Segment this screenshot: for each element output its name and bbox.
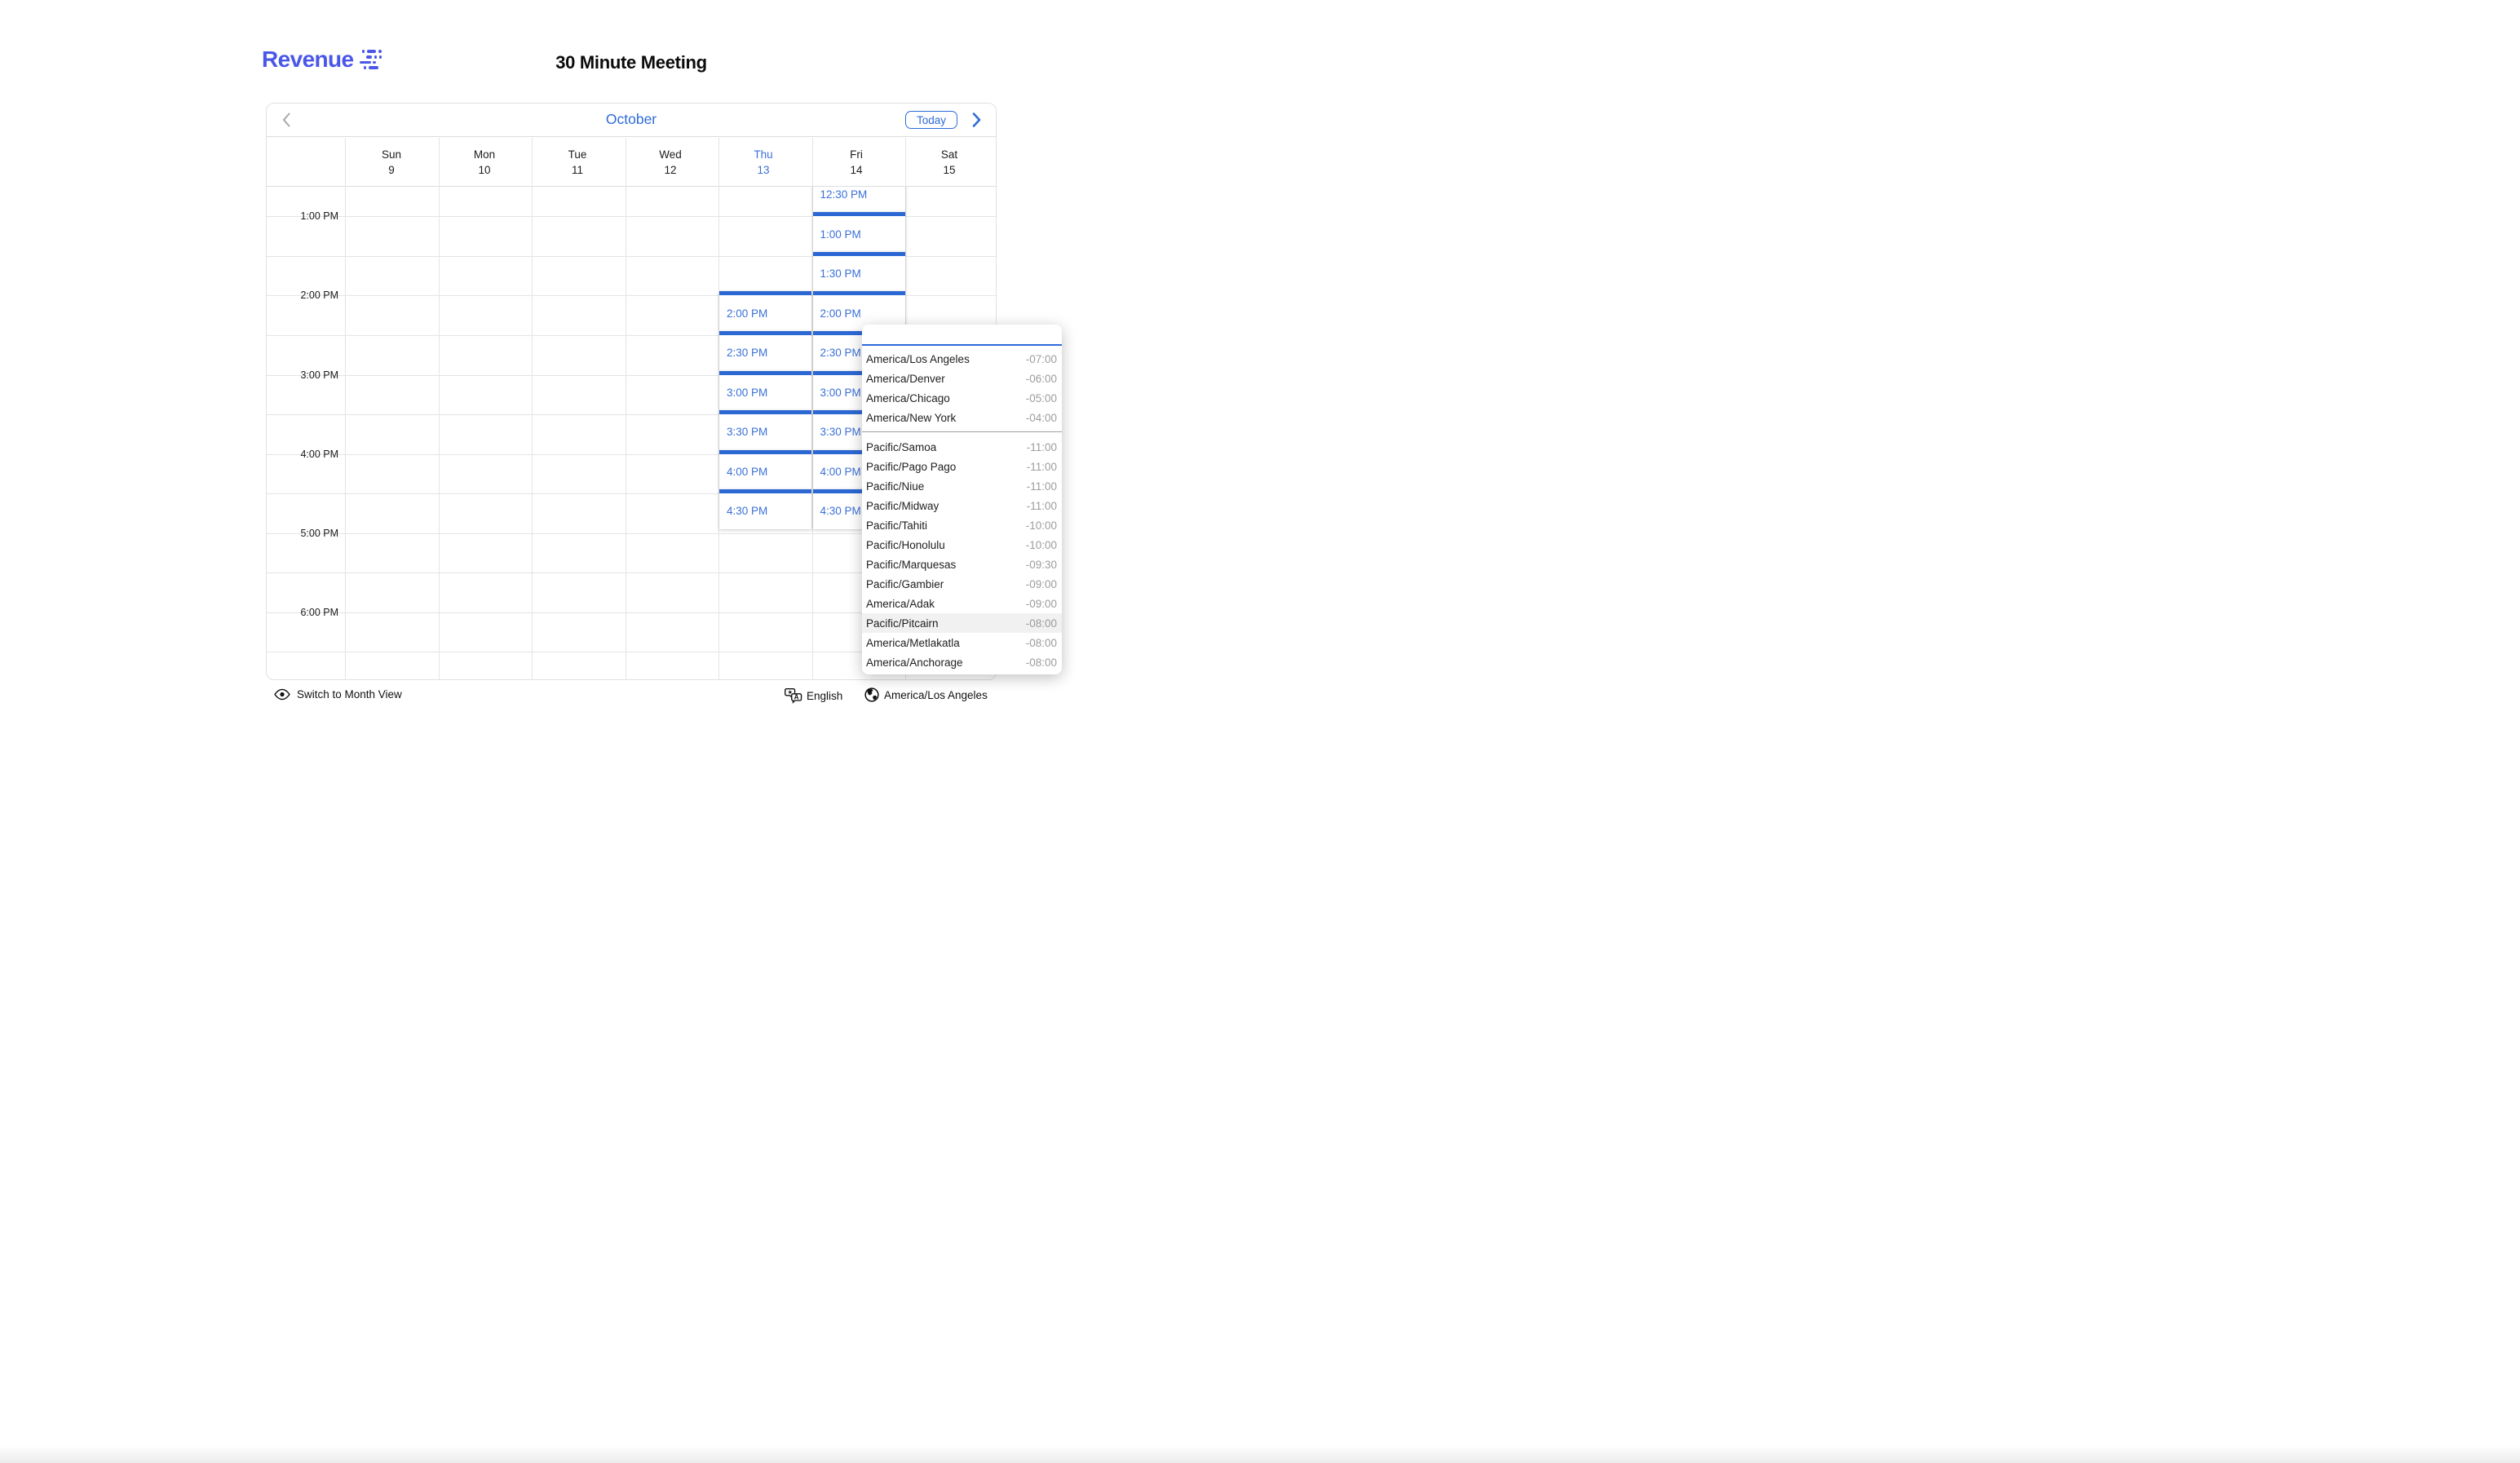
timezone-option-name: Pacific/Pitcairn — [866, 617, 939, 630]
timezone-option[interactable]: America/Los Angeles -07:00 — [862, 349, 1062, 369]
timezone-option-offset: -05:00 — [1026, 392, 1057, 404]
today-button[interactable]: Today — [905, 111, 957, 129]
day-header-wed: Wed12 — [624, 138, 717, 186]
hour-label: 1:00 PM — [267, 210, 338, 222]
timezone-option-offset: -11:00 — [1027, 441, 1057, 453]
day-header-mon: Mon10 — [438, 138, 531, 186]
hour-label: 2:00 PM — [267, 290, 338, 301]
timezone-option[interactable]: America/New York -04:00 — [862, 408, 1062, 427]
eye-icon — [274, 688, 290, 701]
time-slot-button-thu-230pm[interactable]: 2:30 PM — [719, 331, 811, 371]
time-slot-button-fri-1230pm[interactable]: 12:30 PM — [813, 187, 905, 212]
month-title: October — [267, 111, 996, 128]
timezone-group-divider — [862, 431, 1062, 432]
timezone-option-name: Pacific/Midway — [866, 500, 939, 512]
time-slot-button-fri-130pm[interactable]: 1:30 PM — [813, 252, 905, 292]
timezone-option-offset: -08:00 — [1026, 617, 1057, 630]
calendar-header: October Today — [267, 104, 996, 137]
timezone-option-name: America/Adak — [866, 598, 935, 610]
timezone-list: America/Los Angeles -07:00 America/Denver -… — [862, 346, 1062, 672]
timezone-dropdown: America/Los Angeles -07:00 America/Denver -… — [862, 325, 1062, 674]
time-slot-button-fri-100pm[interactable]: 1:00 PM — [813, 212, 905, 252]
timezone-option-name: Pacific/Honolulu — [866, 539, 945, 551]
timezone-option-offset: -10:00 — [1026, 519, 1057, 532]
translate-icon: ★ A — [785, 687, 802, 704]
day-header-row: Sun9Mon10Tue11Wed12Thu13Fri14Sat15 — [267, 138, 996, 187]
timezone-option[interactable]: Pacific/Midway -11:00 — [862, 496, 1062, 515]
timezone-option[interactable]: Pacific/Niue -11:00 — [862, 476, 1062, 496]
next-week-button[interactable] — [966, 110, 986, 130]
day-header-fri: Fri14 — [810, 138, 903, 186]
timezone-option[interactable]: Pacific/Pago Pago -11:00 — [862, 457, 1062, 476]
timezone-option-offset: -06:00 — [1026, 373, 1057, 385]
timezone-option-offset: -11:00 — [1027, 500, 1057, 512]
day-header-thu: Thu13 — [717, 138, 810, 186]
hour-label: 6:00 PM — [267, 607, 338, 618]
language-label: English — [807, 690, 842, 702]
switch-view-label: Switch to Month View — [297, 688, 402, 701]
chevron-right-icon — [966, 110, 986, 130]
timezone-option-offset: -10:00 — [1026, 539, 1057, 551]
timezone-option[interactable]: America/Chicago -05:00 — [862, 388, 1062, 408]
time-slot-button-thu-430pm[interactable]: 4:30 PM — [719, 489, 811, 529]
timezone-option[interactable]: Pacific/Samoa -11:00 — [862, 437, 1062, 457]
timezone-option-name: America/Metlakatla — [866, 637, 960, 649]
timezone-option-name: Pacific/Gambier — [866, 578, 944, 590]
timezone-option-name: Pacific/Pago Pago — [866, 461, 956, 473]
timezone-option-offset: -09:30 — [1026, 559, 1057, 571]
timezone-option[interactable]: Pacific/Marquesas -09:30 — [862, 555, 1062, 574]
switch-to-month-view-button[interactable]: Switch to Month View — [274, 688, 402, 701]
day-header-sun: Sun9 — [345, 138, 438, 186]
timezone-option-offset: -04:00 — [1026, 412, 1057, 424]
timezone-option-offset: -11:00 — [1027, 461, 1057, 473]
timezone-option-name: Pacific/Samoa — [866, 441, 936, 453]
timezone-option-name: Pacific/Niue — [866, 480, 924, 493]
timezone-option[interactable]: Pacific/Gambier -09:00 — [862, 574, 1062, 594]
hour-label: 5:00 PM — [267, 528, 338, 539]
globe-icon — [864, 687, 879, 702]
timezone-option-offset: -11:00 — [1027, 480, 1057, 493]
timezone-option[interactable]: America/Denver -06:00 — [862, 369, 1062, 388]
timezone-option-name: America/Chicago — [866, 392, 950, 404]
timezone-search-input[interactable] — [862, 325, 1062, 346]
timezone-option-offset: -08:00 — [1026, 656, 1057, 669]
timezone-label: America/Los Angeles — [884, 689, 988, 701]
timezone-option-name: Pacific/Tahiti — [866, 519, 927, 532]
timezone-option-name: America/Denver — [866, 373, 945, 385]
time-slot-button-thu-330pm[interactable]: 3:30 PM — [719, 410, 811, 450]
timezone-option[interactable]: America/Adak -09:00 — [862, 594, 1062, 613]
language-button[interactable]: ★ A English — [785, 687, 842, 704]
day-header-sat: Sat15 — [903, 138, 996, 186]
timezone-option-name: America/Los Angeles — [866, 353, 970, 365]
timezone-option-offset: -08:00 — [1026, 637, 1057, 649]
timezone-option[interactable]: Pacific/Tahiti -10:00 — [862, 515, 1062, 535]
timezone-option-name: Pacific/Marquesas — [866, 559, 956, 571]
timezone-option-offset: -07:00 — [1026, 353, 1057, 365]
timezone-option-offset: -09:00 — [1026, 578, 1057, 590]
timezone-option[interactable]: America/Metlakatla -08:00 — [862, 633, 1062, 652]
timezone-option[interactable]: Pacific/Pitcairn -08:00 — [862, 613, 1062, 633]
time-slot-button-thu-200pm[interactable]: 2:00 PM — [719, 291, 811, 331]
hour-label: 3:00 PM — [267, 369, 338, 381]
timezone-option[interactable]: Pacific/Honolulu -10:00 — [862, 535, 1062, 555]
time-slot-button-thu-300pm[interactable]: 3:00 PM — [719, 371, 811, 411]
hour-label: 4:00 PM — [267, 449, 338, 460]
timezone-option[interactable]: America/Anchorage -08:00 — [862, 652, 1062, 672]
bottom-fade — [0, 1445, 2520, 1463]
time-slot-button-thu-400pm[interactable]: 4:00 PM — [719, 450, 811, 490]
svg-text:A: A — [794, 694, 799, 701]
timezone-option-name: America/Anchorage — [866, 656, 963, 669]
timezone-option-offset: -09:00 — [1026, 598, 1057, 610]
timezone-option-name: America/New York — [866, 412, 956, 424]
day-header-tue: Tue11 — [531, 138, 624, 186]
page-title: 30 Minute Meeting — [266, 52, 997, 73]
timezone-footer-button[interactable]: America/Los Angeles — [864, 687, 988, 702]
